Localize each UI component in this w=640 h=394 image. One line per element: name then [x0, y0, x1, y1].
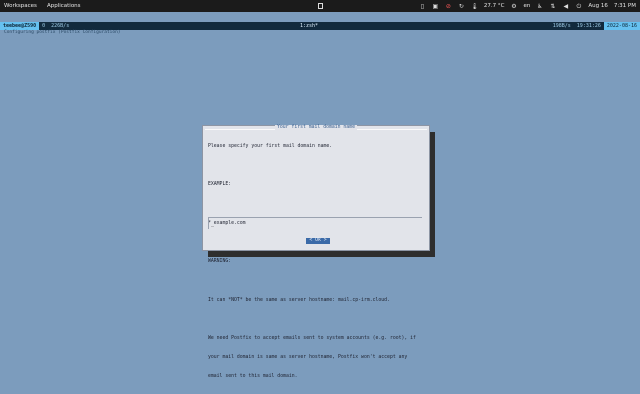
tmux-rate-right: 198B/s: [552, 23, 571, 29]
dialog-line: [208, 317, 424, 323]
mail-domain-input[interactable]: _: [208, 217, 422, 229]
keyboard-layout[interactable]: en: [523, 3, 530, 9]
dialog-line: [208, 278, 424, 284]
date-label[interactable]: Aug 16: [588, 3, 608, 9]
power-icon[interactable]: ⏻: [575, 3, 582, 10]
settings-icon[interactable]: ⚙: [510, 3, 517, 10]
top-bar: Workspaces Applications ▯ ▣ ⊘ ↻ 🌡 27.7 °…: [0, 0, 640, 12]
workspaces-menu[interactable]: Workspaces: [4, 3, 37, 9]
tmux-window-tab[interactable]: 1:zsh*: [300, 22, 318, 30]
text-cursor: _: [211, 221, 215, 227]
dialog-line: your mail domain is same as server hostn…: [208, 355, 408, 361]
dialog-title: Your first mail domain name: [275, 125, 357, 130]
tmux-host: teebee@Z590: [0, 22, 40, 30]
tmux-clock: 19:31:26: [576, 23, 601, 29]
dialog-line: EXAMPLE:: [208, 182, 232, 188]
record-icon[interactable]: ⊘: [445, 3, 452, 10]
dialog-line: WARNING:: [208, 259, 232, 265]
tmux-status-bar: teebee@Z590 0 226B/s 1:zsh* 198B/s 19:31…: [0, 22, 640, 30]
time-label[interactable]: 7:31 PM: [614, 3, 636, 9]
temperature-readout[interactable]: 27.7 °C: [484, 3, 505, 9]
mail-domain-dialog: Your first mail domain name Please speci…: [202, 125, 430, 379]
tmux-pane-index: 0: [42, 23, 46, 29]
accessibility-icon[interactable]: ♿: [536, 3, 543, 10]
applications-menu[interactable]: Applications: [47, 3, 81, 9]
network-icon[interactable]: ⇅: [549, 3, 556, 10]
dialog-line: email sent to this mail domain.: [208, 374, 298, 380]
dialog-body: Please specify your first mail domain na…: [208, 131, 424, 394]
activity-indicator-icon[interactable]: [316, 2, 324, 10]
clipboard-icon[interactable]: ▯: [419, 3, 426, 10]
dialog-line: Please specify your first mail domain na…: [208, 143, 333, 149]
tmux-date: 2022-08-16: [603, 22, 640, 30]
dialog-line: It can *NOT* be the same as server hostn…: [208, 297, 390, 303]
window-icon[interactable]: ▣: [432, 3, 439, 10]
volume-icon[interactable]: ◀: [562, 3, 569, 10]
terminal-subline: Configuring postfix (Postfix Configurati…: [4, 30, 121, 35]
refresh-icon[interactable]: ↻: [458, 3, 465, 10]
tmux-rate-left: 226B/s: [51, 23, 70, 29]
dialog-line: We need Postfix to accept emails sent to…: [208, 336, 416, 341]
thermometer-icon: 🌡: [470, 2, 479, 10]
dialog-line: [208, 201, 424, 207]
ok-button[interactable]: < Ok >: [306, 238, 330, 244]
dialog-line: [208, 163, 424, 169]
